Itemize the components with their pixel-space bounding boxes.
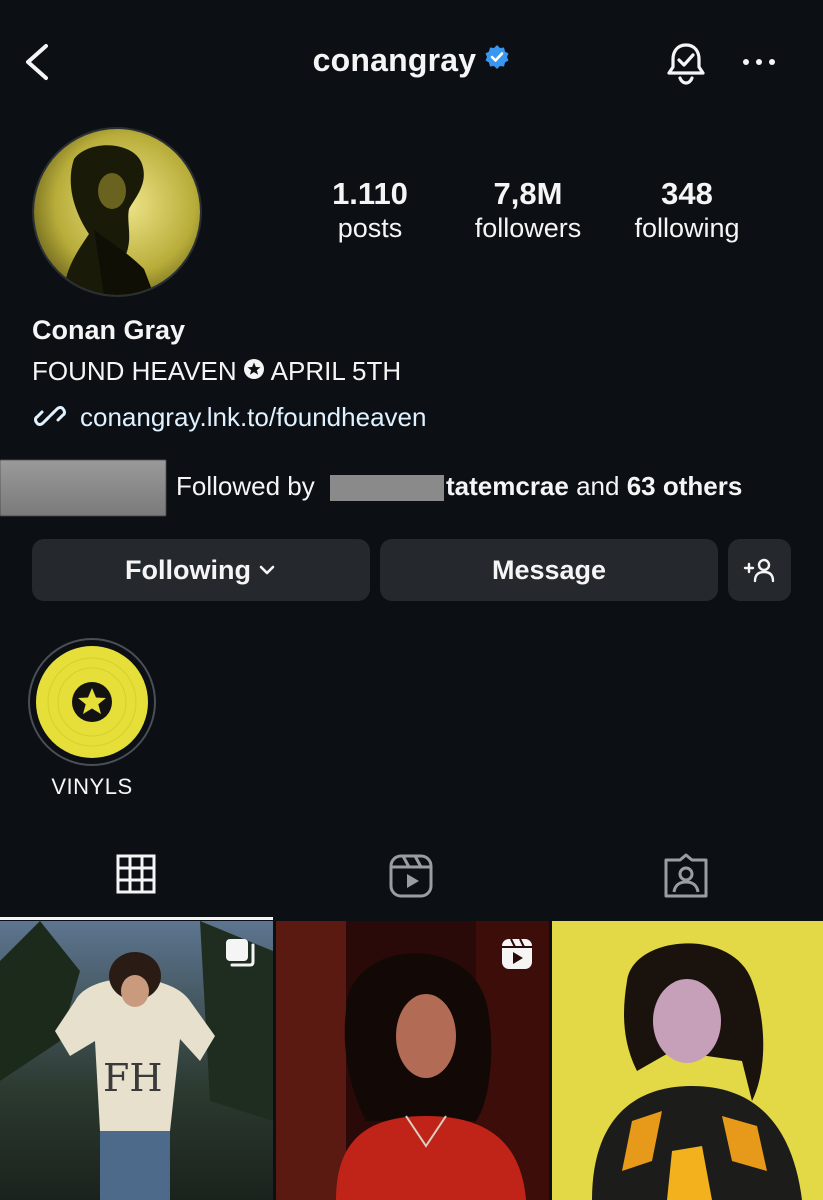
redacted-avatars xyxy=(0,460,166,516)
post-thumbnail-1[interactable]: FH xyxy=(0,921,273,1200)
vinyl-star-icon xyxy=(36,646,148,758)
bio-text: FOUND HEAVEN APRIL 5TH xyxy=(32,356,401,389)
followed-by-prefix[interactable]: Followed by xyxy=(176,471,315,502)
reels-badge-icon xyxy=(502,938,532,969)
bio-part-1: FOUND HEAVEN xyxy=(32,356,237,386)
username: conangray xyxy=(312,42,477,78)
circled-star-icon xyxy=(243,356,265,387)
svg-text:FH: FH xyxy=(103,1056,163,1100)
post-thumbnail-2[interactable] xyxy=(276,921,549,1200)
highlight-label: VINYLS xyxy=(51,774,133,799)
redacted-username xyxy=(330,475,444,501)
notification-bell-icon xyxy=(667,43,705,85)
message-button[interactable]: Message xyxy=(380,539,718,601)
tab-reels[interactable] xyxy=(387,852,435,900)
bio-link[interactable]: conangray.lnk.to/foundheaven xyxy=(80,402,426,433)
more-options-button[interactable] xyxy=(742,52,776,72)
reels-icon xyxy=(389,854,433,898)
link-icon xyxy=(34,400,66,432)
tab-tagged[interactable] xyxy=(662,852,710,900)
stat-value: 348 xyxy=(661,176,713,211)
stat-followers[interactable]: 7,8M followers xyxy=(448,176,608,246)
stat-value: 7,8M xyxy=(493,176,563,211)
followed-by-text[interactable]: tatemcrae and 63 others xyxy=(446,471,742,502)
stat-label: followers xyxy=(474,213,582,243)
bio-part-2: APRIL 5TH xyxy=(270,356,402,386)
following-button[interactable]: Following xyxy=(32,539,370,601)
add-user-button[interactable] xyxy=(728,539,791,601)
stat-value: 1.110 xyxy=(332,176,408,211)
more-options-icon xyxy=(743,59,775,65)
highlight-vinyls[interactable] xyxy=(28,638,156,766)
avatar[interactable] xyxy=(32,127,202,297)
chevron-down-icon xyxy=(259,565,275,575)
stat-label: posts xyxy=(337,213,403,243)
carousel-icon xyxy=(226,939,255,967)
grid-icon xyxy=(116,854,156,894)
stat-label: following xyxy=(634,213,740,243)
message-label: Message xyxy=(491,554,607,585)
stat-posts[interactable]: 1.110 posts xyxy=(290,176,450,246)
tab-posts-grid[interactable] xyxy=(114,852,162,900)
verified-badge-icon xyxy=(484,41,510,78)
display-name: Conan Gray xyxy=(32,315,186,345)
add-user-icon xyxy=(743,558,774,583)
following-label: Following xyxy=(125,554,251,585)
post-thumbnail-3[interactable] xyxy=(552,921,823,1200)
stat-following[interactable]: 348 following xyxy=(607,176,767,246)
notification-bell-button[interactable] xyxy=(664,40,708,86)
tagged-icon xyxy=(664,853,708,898)
followed-by-and: and xyxy=(576,471,620,501)
followed-by-others: 63 others xyxy=(626,471,743,501)
followed-by-name: tatemcrae xyxy=(446,471,569,501)
active-tab-indicator xyxy=(0,917,273,920)
